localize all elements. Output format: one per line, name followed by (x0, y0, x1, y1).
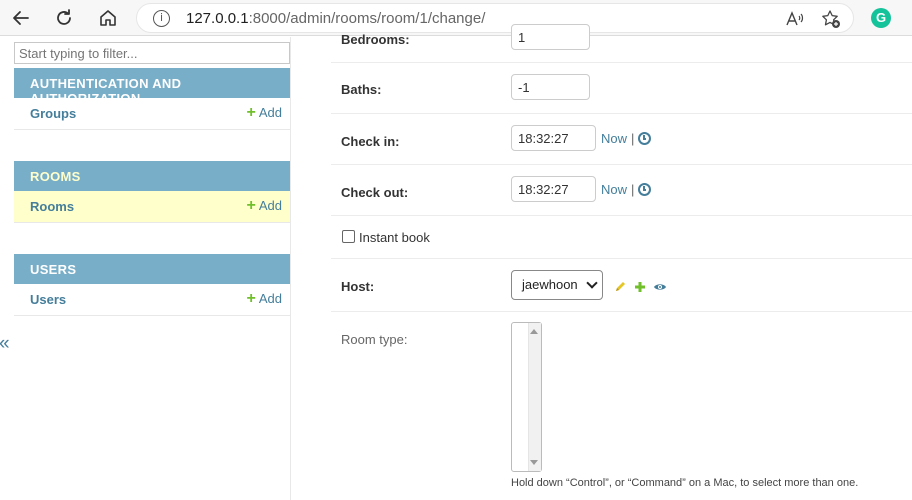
scroll-down-icon[interactable] (530, 460, 538, 465)
add-groups-button[interactable]: + Add (246, 103, 282, 121)
sidebar-item-users: Users + Add (14, 284, 290, 316)
users-link[interactable]: Users (30, 292, 66, 307)
nav-filter-input[interactable] (14, 42, 290, 64)
check-in-input[interactable]: 18:32:27 (511, 125, 596, 151)
form-row-bedrooms: Bedrooms: 1 (331, 11, 912, 63)
bedrooms-label: Bedrooms: (341, 32, 410, 47)
add-rooms-button[interactable]: + Add (246, 196, 282, 214)
admin-sidebar: AUTHENTICATION AND AUTHORIZATION Groups … (14, 37, 291, 500)
home-icon[interactable] (95, 5, 121, 31)
scroll-up-icon[interactable] (530, 329, 538, 334)
room-change-form: Bedrooms: 1 Baths: -1 Check in: 18:32:27… (331, 24, 912, 500)
check-in-shortcuts: Now | (601, 131, 652, 146)
room-type-help-text: Hold down “Control”, or “Command” on a M… (511, 477, 859, 489)
view-host-eye-icon[interactable] (652, 280, 668, 294)
add-users-button[interactable]: + Add (246, 289, 282, 307)
form-row-check-in: Check in: 18:32:27 Now | (331, 114, 912, 165)
clock-icon[interactable] (638, 183, 652, 196)
room-type-multiselect[interactable] (511, 322, 542, 472)
change-host-pencil-icon[interactable] (613, 280, 627, 294)
room-type-label: Room type: (341, 332, 408, 347)
form-row-baths: Baths: -1 (331, 63, 912, 114)
host-label: Host: (341, 279, 375, 294)
host-select[interactable]: jaewhoon (511, 270, 603, 300)
check-in-now-link[interactable]: Now (601, 131, 627, 146)
add-host-plus-icon[interactable] (633, 280, 647, 294)
chevron-down-icon (586, 277, 598, 289)
form-row-check-out: Check out: 18:32:27 Now | (331, 165, 912, 216)
sidebar-item-groups: Groups + Add (14, 98, 290, 130)
module-caption-users[interactable]: USERS (14, 254, 290, 284)
refresh-icon[interactable] (51, 5, 77, 31)
module-caption-rooms[interactable]: ROOMS (14, 161, 290, 191)
rooms-link[interactable]: Rooms (30, 199, 74, 214)
room-type-scrollbar[interactable] (528, 323, 541, 471)
baths-label: Baths: (341, 82, 382, 97)
bedrooms-input[interactable]: 1 (511, 24, 590, 50)
add-plus-icon: + (246, 196, 256, 214)
sidebar-item-rooms: Rooms + Add (14, 191, 290, 223)
check-out-shortcuts: Now | (601, 182, 652, 197)
toggle-nav-sidebar-button[interactable]: « (0, 334, 10, 354)
instant-book-label[interactable]: Instant book (359, 230, 430, 245)
instant-book-checkbox[interactable] (342, 230, 355, 243)
check-out-now-link[interactable]: Now (601, 182, 627, 197)
add-plus-icon: + (246, 103, 256, 121)
info-icon[interactable]: i (153, 10, 170, 27)
check-out-label: Check out: (341, 185, 409, 200)
add-plus-icon: + (246, 289, 256, 307)
check-out-input[interactable]: 18:32:27 (511, 176, 596, 202)
module-caption-auth[interactable]: AUTHENTICATION AND AUTHORIZATION (14, 68, 290, 106)
baths-input[interactable]: -1 (511, 74, 590, 100)
clock-icon[interactable] (638, 132, 652, 145)
back-arrow-icon[interactable] (8, 5, 34, 31)
groups-link[interactable]: Groups (30, 106, 76, 121)
check-in-label: Check in: (341, 134, 400, 149)
